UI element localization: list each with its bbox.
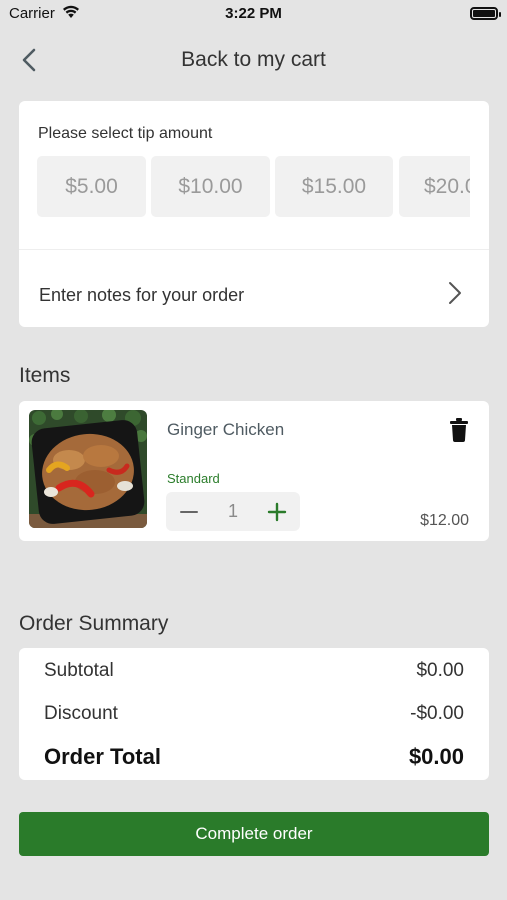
food-photo [29, 410, 147, 528]
order-total-label: Order Total [44, 744, 161, 769]
discount-row: Discount -$0.00 [44, 703, 464, 725]
order-summary-title: Order Summary [19, 612, 169, 635]
discount-value: -$0.00 [410, 703, 464, 724]
subtotal-value: $0.00 [416, 660, 464, 681]
tip-option-10[interactable]: $10.00 [151, 156, 270, 217]
order-total-row: Order Total $0.00 [44, 744, 464, 770]
order-summary-card: Subtotal $0.00 Discount -$0.00 Order Tot… [19, 648, 489, 780]
minus-icon[interactable] [175, 498, 203, 526]
subtotal-label: Subtotal [44, 660, 114, 681]
item-name: Ginger Chicken [167, 420, 285, 439]
order-total-value: $0.00 [408, 744, 464, 769]
battery-icon [470, 7, 501, 20]
items-section-title: Items [19, 364, 71, 387]
tip-card: Please select tip amount $5.00 $10.00 $1… [19, 101, 489, 327]
tip-option-5[interactable]: $5.00 [37, 156, 146, 217]
chevron-right-icon [449, 282, 461, 304]
status-time: 3:22 PM [225, 5, 282, 22]
discount-label: Discount [44, 703, 118, 724]
item-price: $12.00 [420, 512, 469, 529]
quantity-value: 1 [227, 501, 238, 521]
tip-option-15[interactable]: $15.00 [275, 156, 393, 217]
tip-label: Please select tip amount [38, 125, 213, 142]
complete-order-button[interactable]: Complete order [19, 812, 489, 856]
quantity-stepper: 1 [166, 492, 300, 531]
tip-option-20[interactable]: $20.00 [399, 156, 470, 217]
page-title[interactable]: Back to my cart [0, 48, 507, 72]
cart-item: Ginger Chicken Standard 1 $12.00 [19, 401, 489, 541]
order-notes-label: Enter notes for your order [39, 285, 245, 305]
status-bar: Carrier 3:22 PM [0, 0, 507, 28]
order-notes-row[interactable]: Enter notes for your order [19, 250, 489, 327]
subtotal-row: Subtotal $0.00 [44, 660, 464, 682]
plus-icon[interactable] [263, 498, 291, 526]
item-variant: Standard [167, 471, 220, 486]
tip-options: $5.00 $10.00 $15.00 $20.00 [37, 156, 470, 218]
nav-header: Back to my cart [0, 40, 507, 80]
trash-icon[interactable] [449, 418, 469, 442]
